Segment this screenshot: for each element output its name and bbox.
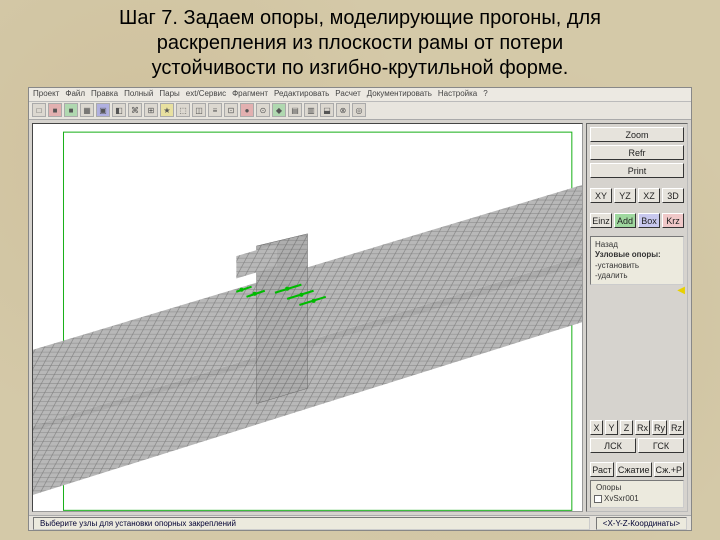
dof-row-1: X Y Z Rx Ry Rz bbox=[590, 420, 684, 435]
tool-icon[interactable]: ⊞ bbox=[144, 103, 158, 117]
back-label: Назад bbox=[595, 240, 679, 250]
sel-krz-button[interactable]: Krz bbox=[662, 213, 684, 228]
menu-item[interactable]: Пары bbox=[159, 89, 179, 100]
menu-item[interactable]: Правка bbox=[91, 89, 118, 100]
tool-icon[interactable]: ▦ bbox=[80, 103, 94, 117]
menu-item[interactable]: ? bbox=[483, 89, 487, 100]
tool-icon[interactable]: ⊙ bbox=[256, 103, 270, 117]
menu-item[interactable]: ext/Сервис bbox=[186, 89, 226, 100]
status-coord: <X-Y-Z-Координаты> bbox=[596, 517, 687, 530]
pointer-icon: ◀ bbox=[677, 285, 685, 296]
menu-item[interactable]: Настройка bbox=[438, 89, 477, 100]
tool-icon[interactable]: ⌘ bbox=[128, 103, 142, 117]
menu-item[interactable]: Редактировать bbox=[274, 89, 329, 100]
status-message: Выберите узлы для установки опорных закр… bbox=[33, 517, 590, 530]
tool-icon[interactable]: ⬚ bbox=[176, 103, 190, 117]
output-value: XvSxr001 bbox=[604, 494, 639, 504]
dof-y-button[interactable]: Y bbox=[605, 420, 618, 435]
tool-icon[interactable]: ◎ bbox=[352, 103, 366, 117]
dof-z-button[interactable]: Z bbox=[620, 420, 633, 435]
panel-item-set[interactable]: -установить bbox=[595, 261, 679, 271]
supports-panel: Назад Узловые опоры: -установить -удалит… bbox=[590, 236, 684, 285]
tool-icon[interactable]: ◫ bbox=[192, 103, 206, 117]
model-mesh bbox=[33, 124, 582, 512]
menu-item[interactable]: Расчет bbox=[335, 89, 360, 100]
tool-icon[interactable]: ⊡ bbox=[224, 103, 238, 117]
load-buttons: Раст Сжатие Сж.+Р bbox=[590, 462, 684, 477]
lcs-button[interactable]: ЛСК bbox=[590, 438, 636, 453]
statusbar: Выберите узлы для установки опорных закр… bbox=[29, 515, 691, 530]
viewport-3d[interactable] bbox=[32, 123, 583, 512]
title-line-2: раскрепления из плоскости рамы от потери bbox=[157, 32, 563, 54]
menu-item[interactable]: Файл bbox=[65, 89, 85, 100]
workspace: Zoom Refr Print XY YZ XZ 3D Einz Add Box… bbox=[29, 120, 691, 515]
sel-einz-button[interactable]: Einz bbox=[590, 213, 612, 228]
menu-item[interactable]: Проект bbox=[33, 89, 59, 100]
output-item[interactable]: XvSxr001 bbox=[594, 493, 680, 505]
view-yz-button[interactable]: YZ bbox=[614, 188, 636, 203]
tool-icon[interactable]: ◆ bbox=[272, 103, 286, 117]
output-label: Опоры bbox=[594, 483, 680, 493]
menubar: Проект Файл Правка Полный Пары ext/Серви… bbox=[29, 88, 691, 102]
comp-tens-button[interactable]: Сж.+Р bbox=[654, 462, 684, 477]
tool-icon[interactable]: ▣ bbox=[96, 103, 110, 117]
select-mode-buttons: Einz Add Box Krz bbox=[590, 213, 684, 228]
view-3d-button[interactable]: 3D bbox=[662, 188, 684, 203]
tool-icon[interactable]: □ bbox=[32, 103, 46, 117]
tool-icon[interactable]: ▤ bbox=[288, 103, 302, 117]
dof-ry-button[interactable]: Ry bbox=[652, 420, 667, 435]
sel-box-button[interactable]: Box bbox=[638, 213, 660, 228]
zoom-button[interactable]: Zoom bbox=[590, 127, 684, 142]
view-buttons: XY YZ XZ 3D bbox=[590, 188, 684, 203]
gcs-button[interactable]: ГСК bbox=[638, 438, 684, 453]
app-window: Проект Файл Правка Полный Пары ext/Серви… bbox=[28, 87, 692, 531]
compression-button[interactable]: Сжатие bbox=[616, 462, 652, 477]
refresh-button[interactable]: Refr bbox=[590, 145, 684, 160]
tool-icon[interactable]: ■ bbox=[64, 103, 78, 117]
title-line-3: устойчивости по изгибно-крутильной форме… bbox=[152, 57, 569, 79]
dof-rx-button[interactable]: Rx bbox=[635, 420, 650, 435]
tool-icon[interactable]: ◧ bbox=[112, 103, 126, 117]
menu-item[interactable]: Полный bbox=[124, 89, 153, 100]
tool-icon[interactable]: ★ bbox=[160, 103, 174, 117]
view-xy-button[interactable]: XY bbox=[590, 188, 612, 203]
menu-item[interactable]: Фрагмент bbox=[232, 89, 268, 100]
panel-header: Узловые опоры: bbox=[595, 250, 679, 260]
tool-icon[interactable]: ● bbox=[240, 103, 254, 117]
print-button[interactable]: Print bbox=[590, 163, 684, 178]
tool-icon[interactable]: ⊗ bbox=[336, 103, 350, 117]
slide-title: Шаг 7. Задаем опоры, моделирующие прогон… bbox=[0, 0, 720, 85]
side-panel: Zoom Refr Print XY YZ XZ 3D Einz Add Box… bbox=[586, 123, 688, 512]
coordsys-buttons: ЛСК ГСК bbox=[590, 438, 684, 453]
toolbar: □ ■ ■ ▦ ▣ ◧ ⌘ ⊞ ★ ⬚ ◫ ≡ ⊡ ● ⊙ ◆ ▤ ▥ ⬓ ⊗ … bbox=[29, 102, 691, 120]
checkbox-icon[interactable] bbox=[594, 495, 602, 503]
sel-add-button[interactable]: Add bbox=[614, 213, 636, 228]
tool-icon[interactable]: ≡ bbox=[208, 103, 222, 117]
title-line-1: Шаг 7. Задаем опоры, моделирующие прогон… bbox=[119, 7, 601, 29]
view-xz-button[interactable]: XZ bbox=[638, 188, 660, 203]
dof-rz-button[interactable]: Rz bbox=[669, 420, 684, 435]
panel-item-del[interactable]: -удалить bbox=[595, 271, 679, 281]
menu-item[interactable]: Документировать bbox=[367, 89, 432, 100]
tool-icon[interactable]: ▥ bbox=[304, 103, 318, 117]
tool-icon[interactable]: ■ bbox=[48, 103, 62, 117]
output-box: Опоры XvSxr001 bbox=[590, 480, 684, 508]
dof-x-button[interactable]: X bbox=[590, 420, 603, 435]
tension-button[interactable]: Раст bbox=[590, 462, 614, 477]
tool-icon[interactable]: ⬓ bbox=[320, 103, 334, 117]
